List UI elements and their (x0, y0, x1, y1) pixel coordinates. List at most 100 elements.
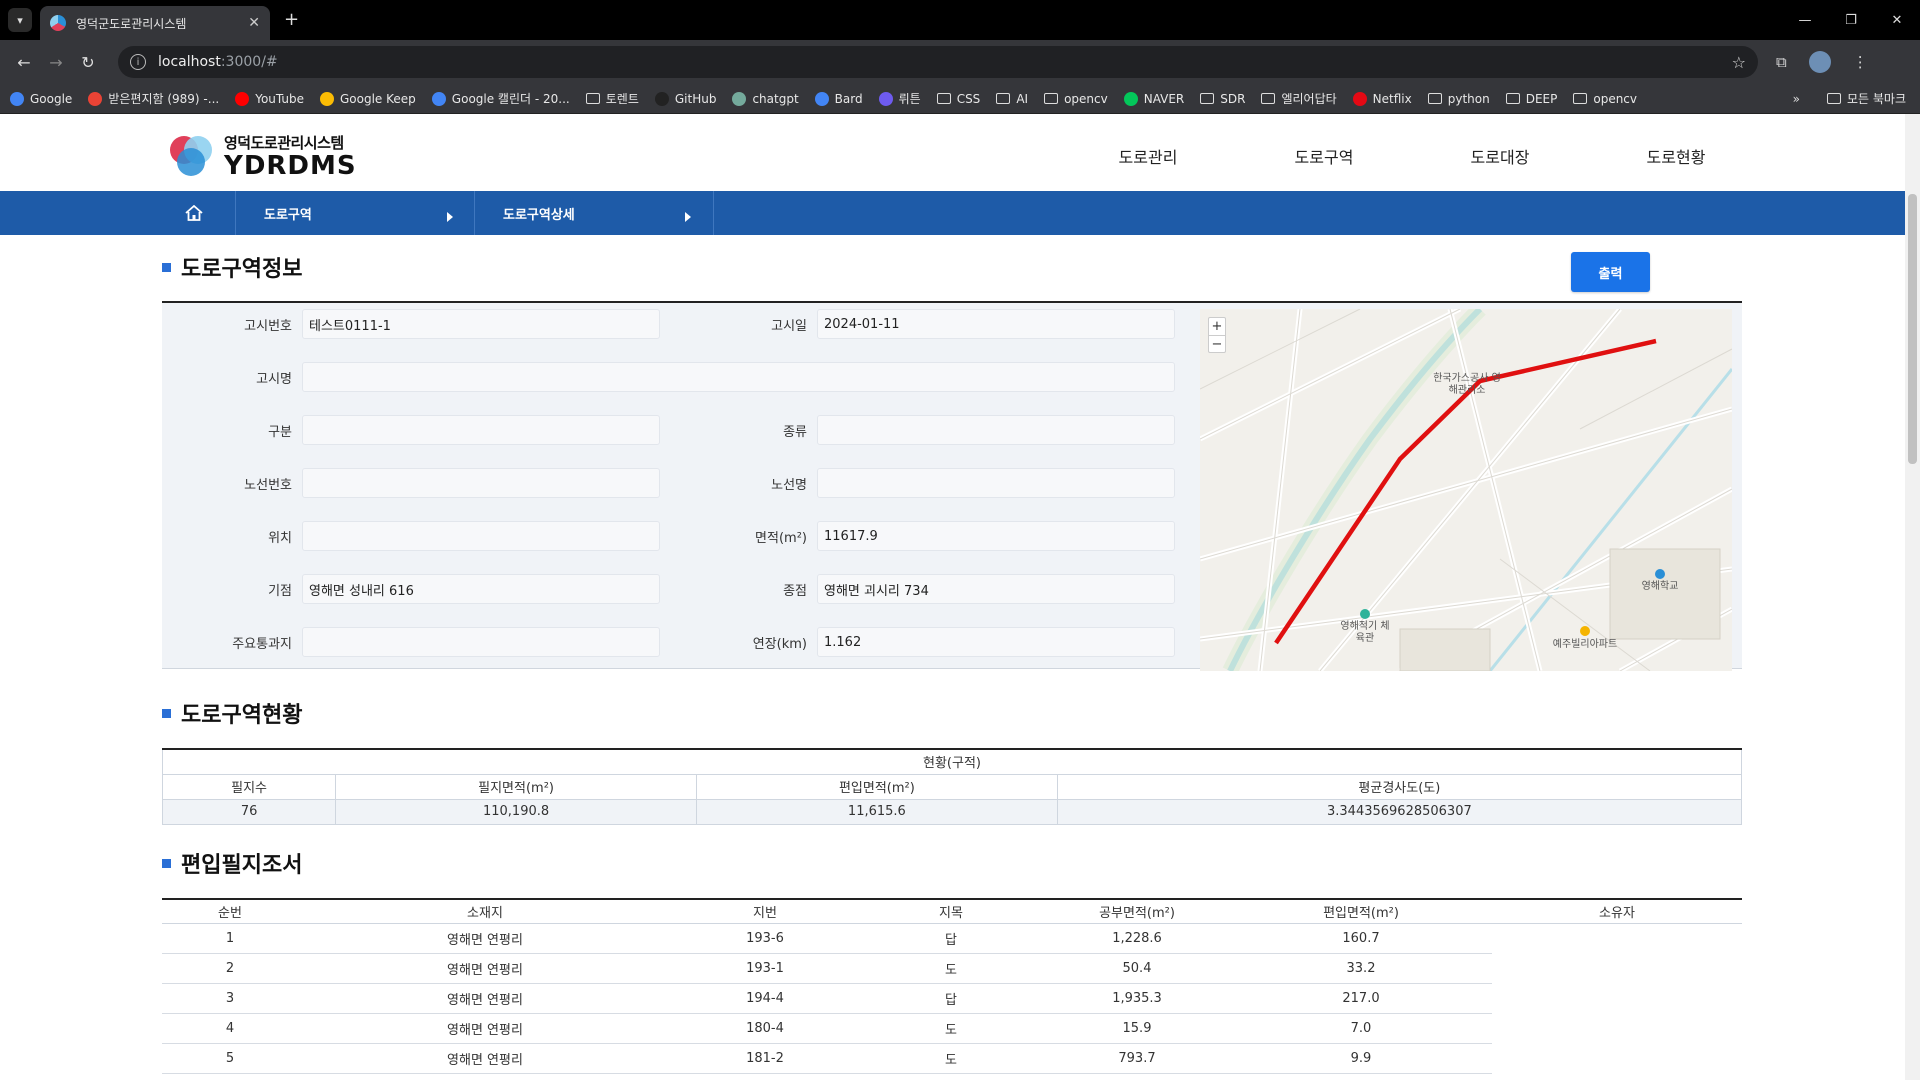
route-no-field[interactable] (302, 468, 660, 498)
table-cell: 5 (162, 1043, 298, 1074)
bookmark-google-keep[interactable]: Google Keep (320, 91, 416, 106)
nav-road-zone[interactable]: 도로구역 (1236, 144, 1412, 168)
table-row[interactable]: 4 영해면 연평리 180-4 도 15.9 7.0 (162, 1013, 1742, 1044)
bookmark-github[interactable]: GitHub (654, 91, 716, 106)
profile-avatar[interactable] (1808, 51, 1831, 73)
bookmark-netflix[interactable]: Netflix (1352, 91, 1412, 106)
browser-toolbar: ← → ↻ i localhost:3000/# ☆ ⧉ ⋮ (0, 40, 1920, 84)
bookmark-google-캘린더-20[interactable]: Google 캘린더 - 20... (431, 90, 570, 107)
area-field[interactable]: 11617.9 (817, 521, 1175, 551)
bookmark-chatgpt[interactable]: chatgpt (732, 91, 799, 106)
zoom-in-button[interactable]: + (1209, 318, 1225, 335)
via-field[interactable] (302, 627, 660, 657)
route-name-field[interactable] (817, 468, 1175, 498)
col-address: 소재지 (298, 899, 672, 924)
table-row[interactable]: 1 영해면 연평리 193-6 답 1,228.6 160.7 (162, 923, 1742, 954)
address-bar[interactable]: i localhost:3000/# ☆ (118, 46, 1758, 78)
table-cell: 3 (162, 983, 298, 1014)
back-icon[interactable]: ← (10, 53, 38, 72)
table-cell: 영해면 연평리 (298, 923, 672, 954)
menu-kebab-icon[interactable]: ⋮ (1853, 53, 1868, 71)
table-cell: 217.0 (1230, 983, 1492, 1014)
forward-icon[interactable]: → (42, 53, 70, 72)
table-cell: 180-4 (672, 1013, 858, 1044)
table-cell: 영해면 연평리 (298, 1043, 672, 1074)
logo-subtitle: YDRDMS (224, 151, 357, 181)
table-row[interactable]: 2 영해면 연평리 193-1 도 50.4 33.2 (162, 953, 1742, 984)
status-parcel-count: 76 (161, 798, 337, 825)
site-logo[interactable]: 영덕도로관리시스템 YDRDMS (170, 132, 357, 179)
bookmark-star-icon[interactable]: ☆ (1732, 53, 1746, 72)
map-zoom-control: + − (1208, 317, 1226, 353)
tab-search-dropdown[interactable]: ▾ (8, 8, 32, 32)
bookmark-opencv[interactable]: opencv (1573, 92, 1637, 106)
home-icon[interactable] (183, 202, 205, 224)
map-canvas (1200, 309, 1732, 671)
col-owner: 소유자 (1492, 899, 1742, 924)
page-viewport: 영덕도로관리시스템 YDRDMS 도로관리 도로구역 도로대장 도로현황 도로구… (0, 114, 1905, 1080)
division-field[interactable] (302, 415, 660, 445)
start-point-field[interactable]: 영해면 성내리 616 (302, 574, 660, 604)
site-info-icon[interactable]: i (130, 54, 146, 70)
bookmark-sdr[interactable]: SDR (1200, 92, 1245, 106)
reload-icon[interactable]: ↻ (74, 53, 102, 72)
table-row[interactable]: 3 영해면 연평리 194-4 답 1,935.3 217.0 (162, 983, 1742, 1014)
bookmark-받은편지함-989[interactable]: 받은편지함 (989) -... (88, 90, 219, 107)
table-cell: 영해면 연평리 (298, 1013, 672, 1044)
scrollbar-thumb[interactable] (1908, 194, 1917, 464)
breadcrumb-item-road-zone-detail[interactable]: 도로구역상세 (474, 191, 714, 235)
notice-name-field[interactable] (302, 362, 1175, 392)
notice-no-label: 고시번호 (244, 318, 292, 334)
breadcrumb: 도로구역 도로구역상세 (0, 191, 1905, 235)
bookmarks-overflow-icon[interactable]: » (1793, 92, 1800, 106)
tab-close-icon[interactable]: ✕ (248, 15, 260, 31)
nav-road-status[interactable]: 도로현황 (1588, 144, 1764, 168)
notice-name-label: 고시명 (256, 371, 292, 387)
table-cell: 193-1 (672, 953, 858, 984)
status-col-included-area: 편입면적(m²) (695, 773, 1058, 800)
google-icon (10, 91, 24, 106)
bookmark-opencv[interactable]: opencv (1044, 92, 1108, 106)
youtube-icon (235, 91, 250, 106)
all-bookmarks-button[interactable]: 모든 북마크 (1826, 90, 1906, 107)
browser-tab[interactable]: 영덕군도로관리시스템 ✕ (40, 6, 270, 40)
bookmark-뤼튼[interactable]: 뤼튼 (878, 90, 921, 107)
notice-date-field[interactable]: 2024-01-11 (817, 309, 1175, 339)
bookmark-bard[interactable]: Bard (814, 91, 863, 106)
bookmark-google[interactable]: Google (10, 91, 72, 106)
bookmark-youtube[interactable]: YouTube (235, 91, 304, 106)
bookmark-deep[interactable]: DEEP (1505, 92, 1557, 106)
github-icon (654, 91, 669, 106)
breadcrumb-item-road-zone[interactable]: 도로구역 (235, 191, 475, 235)
zoom-out-button[interactable]: − (1209, 335, 1225, 352)
close-window-icon[interactable]: ✕ (1874, 0, 1920, 40)
bookmark-엘리어답타[interactable]: 엘리어답타 (1261, 90, 1337, 107)
end-point-field[interactable]: 영해면 괴시리 734 (817, 574, 1175, 604)
route-map[interactable]: + − 한국가스공사 영해관리소 영해학교 영해적기 체육관 예주빌리아파트 (1200, 309, 1732, 671)
print-button[interactable]: 출력 (1571, 252, 1650, 292)
location-field[interactable] (302, 521, 660, 551)
length-field[interactable]: 1.162 (817, 627, 1175, 657)
road-zone-status-table: 현황(구적) 필지수 필지면적(m²) 편입면적(m²) 평균경사도(도) 76… (161, 748, 1743, 825)
restore-icon[interactable]: ❐ (1828, 0, 1874, 40)
extensions-icon[interactable]: ⧉ (1776, 53, 1787, 71)
table-cell: 답 (858, 923, 1044, 954)
new-tab-button[interactable]: + (284, 9, 299, 30)
table-cell: 9.9 (1230, 1043, 1492, 1074)
status-col-parcel-area: 필지면적(m²) (335, 773, 697, 800)
notice-no-field[interactable]: 테스트0111-1 (302, 309, 660, 339)
table-cell: 도 (858, 953, 1044, 984)
minimize-icon[interactable]: — (1782, 0, 1828, 40)
kind-field[interactable] (817, 415, 1175, 445)
table-row[interactable]: 5 영해면 연평리 181-2 도 793.7 9.9 (162, 1043, 1742, 1074)
bookmark-naver[interactable]: NAVER (1123, 91, 1184, 106)
tab-title: 영덕군도로관리시스템 (76, 16, 187, 31)
bookmark-토렌트[interactable]: 토렌트 (585, 90, 639, 107)
bookmark-python[interactable]: python (1427, 92, 1490, 106)
status-col-parcel-count: 필지수 (161, 773, 337, 800)
page-scrollbar[interactable] (1905, 114, 1920, 1080)
bookmark-css[interactable]: CSS (936, 92, 980, 106)
nav-road-ledger[interactable]: 도로대장 (1412, 144, 1588, 168)
nav-road-management[interactable]: 도로관리 (1060, 144, 1236, 168)
bookmark-ai[interactable]: AI (996, 92, 1028, 106)
